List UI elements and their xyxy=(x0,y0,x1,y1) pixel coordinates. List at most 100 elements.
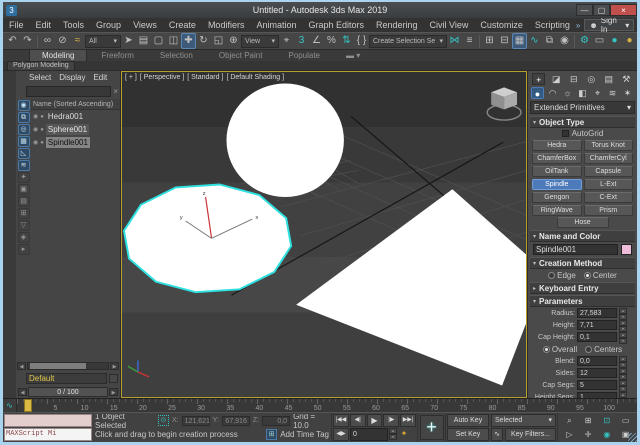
cap-height-field[interactable]: 0,1 xyxy=(577,332,617,342)
snap-toggle-3d-icon[interactable]: 3 xyxy=(294,33,309,49)
select-object-icon[interactable]: ➤ xyxy=(121,33,136,49)
time-configuration-icon[interactable]: ✦ xyxy=(398,428,410,441)
height-spinner[interactable]: ▴▾ xyxy=(619,320,627,330)
prism-button[interactable]: Prism xyxy=(584,205,634,216)
selection-filter-dropdown[interactable]: All ▾ xyxy=(85,35,121,48)
scrollbar-thumb[interactable] xyxy=(30,363,86,369)
modify-tab-icon[interactable]: ◪ xyxy=(550,73,563,85)
tab-populate[interactable]: Populate xyxy=(276,50,332,61)
selection-set-preset-dropdown[interactable]: Default xyxy=(26,373,107,384)
explorer-menu-select[interactable]: Select xyxy=(26,73,54,82)
previous-frame-arrow-icon[interactable]: ◀ xyxy=(18,388,27,396)
minimize-button[interactable]: — xyxy=(576,4,593,16)
window-crossing-icon[interactable]: ◫ xyxy=(166,33,181,49)
toggle-layer-explorer-icon[interactable]: ⊟ xyxy=(497,33,512,49)
menu-customize[interactable]: Customize xyxy=(474,18,529,32)
mini-curve-editor-icon[interactable]: ∿ xyxy=(3,399,17,412)
reference-coordinate-dropdown[interactable]: View ▾ xyxy=(241,35,279,48)
set-key-button[interactable]: Set Key xyxy=(447,428,489,441)
go-to-end-button[interactable]: ▶▶| xyxy=(400,414,416,427)
mirror-icon[interactable]: ⋈ xyxy=(447,33,462,49)
menu-civil-view[interactable]: Civil View xyxy=(424,18,475,32)
cameras-category-icon[interactable]: ◧ xyxy=(576,87,589,99)
selection-lock-icon[interactable]: ⊙ xyxy=(158,415,169,426)
sides-spinner[interactable]: ▴▾ xyxy=(619,368,627,378)
menu-scripting[interactable]: Scripting xyxy=(529,18,576,32)
sides-field[interactable]: 12 xyxy=(577,368,617,378)
menu-rendering[interactable]: Rendering xyxy=(370,18,424,32)
pan-icon[interactable]: ✛ xyxy=(579,428,598,442)
previous-frame-button[interactable]: ◀| xyxy=(350,414,366,427)
maximize-button[interactable]: ▢ xyxy=(593,4,610,16)
motion-tab-icon[interactable]: ◎ xyxy=(585,73,598,85)
render-setup-icon[interactable]: ⚙ xyxy=(577,33,592,49)
curve-editor-icon[interactable]: ∿ xyxy=(527,33,542,49)
spindle-object[interactable] xyxy=(124,185,291,293)
preset-options-button[interactable] xyxy=(109,374,118,383)
rendered-frame-window-icon[interactable]: ▭ xyxy=(592,33,607,49)
overall-radio[interactable]: Overall xyxy=(543,345,577,354)
key-mode-toggle[interactable]: ◀▶ xyxy=(333,428,349,441)
l-ext-button[interactable]: L-Ext xyxy=(584,179,634,190)
sphere-object[interactable] xyxy=(226,84,343,197)
rectangular-selection-region-icon[interactable]: ▢ xyxy=(151,33,166,49)
viewport-menu-shading[interactable]: [ Default Shading ] xyxy=(226,74,284,81)
object-type-icon[interactable]: ● xyxy=(40,140,44,146)
viewport-menu-renderer[interactable]: [ Standard ] xyxy=(187,74,223,81)
time-tag-icon[interactable]: ⊞ xyxy=(266,429,277,440)
menu-graph-editors[interactable]: Graph Editors xyxy=(302,18,370,32)
viewcube[interactable] xyxy=(487,87,521,120)
torus-knot-button[interactable]: Torus Knot xyxy=(584,140,634,151)
explorer-menu-display[interactable]: Display xyxy=(56,73,88,82)
viewport-menu-general[interactable]: [ + ] xyxy=(125,74,137,81)
key-selection-dropdown[interactable]: Selected ▾ xyxy=(491,414,556,427)
polygon-modeling-panel[interactable]: Polygon Modeling xyxy=(7,61,75,71)
maxscript-listener-line[interactable]: MAXScript Mi xyxy=(4,428,92,441)
toggle-scene-explorer-icon[interactable]: ⊞ xyxy=(482,33,497,49)
gengon-button[interactable]: Gengon xyxy=(532,192,582,203)
filter-materials-icon[interactable]: ◈ xyxy=(18,232,30,243)
play-button[interactable]: ▶ xyxy=(367,414,383,427)
object-name-field[interactable]: Spindle001 xyxy=(533,244,618,255)
tab-selection[interactable]: Selection xyxy=(148,50,205,61)
tab-freeform[interactable]: Freeform xyxy=(89,50,145,61)
render-flyout-icon[interactable]: ● xyxy=(622,33,637,49)
spindle-button[interactable]: Spindle xyxy=(532,179,582,190)
space-warps-category-icon[interactable]: ≋ xyxy=(606,87,619,99)
explorer-menu-edit[interactable]: Edit xyxy=(90,73,110,82)
time-slider-marker[interactable] xyxy=(24,399,32,412)
blend-spinner[interactable]: ▴▾ xyxy=(619,356,627,366)
object-color-swatch[interactable] xyxy=(621,244,632,255)
filter-bones-icon[interactable]: ▤ xyxy=(18,196,30,207)
menu-group[interactable]: Group xyxy=(90,18,127,32)
explorer-search-input[interactable] xyxy=(26,86,111,97)
resize-grip[interactable] xyxy=(628,433,637,442)
utilities-tab-icon[interactable]: ⚒ xyxy=(620,73,633,85)
filter-warps-icon[interactable]: ≋ xyxy=(18,160,30,171)
radius-field[interactable]: 27,583 xyxy=(577,308,617,318)
next-frame-button[interactable]: |▶ xyxy=(383,414,399,427)
menu-file[interactable]: File xyxy=(3,18,30,32)
schematic-view-icon[interactable]: ⧉ xyxy=(542,33,557,49)
scroll-right-icon[interactable]: ▶ xyxy=(110,362,119,370)
select-and-rotate-icon[interactable]: ↻ xyxy=(196,33,211,49)
geometry-category-icon[interactable]: ● xyxy=(531,87,544,99)
create-tab-icon[interactable]: + xyxy=(532,73,545,85)
explorer-horizontal-scrollbar[interactable] xyxy=(27,362,109,370)
tree-column-header[interactable]: Name (Sorted Ascending) xyxy=(31,99,120,110)
filter-cameras-icon[interactable]: ▣ xyxy=(18,184,30,195)
zoom-icon[interactable]: ⌕ xyxy=(560,414,579,428)
visibility-icon[interactable]: ◉ xyxy=(33,139,38,146)
lights-category-icon[interactable]: ☼ xyxy=(561,87,574,99)
ribbon-display-toggle-icon[interactable]: ▬ ▾ xyxy=(334,50,372,61)
select-and-scale-icon[interactable]: ◱ xyxy=(211,33,226,49)
filter-containers-icon[interactable]: ⊞ xyxy=(18,208,30,219)
select-and-move-icon[interactable]: ✚ xyxy=(181,33,196,49)
named-selection-set-dropdown[interactable]: Create Selection Se ▾ xyxy=(369,35,447,48)
hedra-button[interactable]: Hedra xyxy=(532,140,582,151)
add-time-tag-label[interactable]: Add Time Tag xyxy=(280,430,329,439)
menu-animation[interactable]: Animation xyxy=(250,18,302,32)
menu-overflow-icon[interactable]: » xyxy=(576,21,580,30)
key-steps-icon[interactable]: ∿ xyxy=(491,428,503,441)
use-pivot-point-icon[interactable]: ⌖ xyxy=(279,33,294,49)
